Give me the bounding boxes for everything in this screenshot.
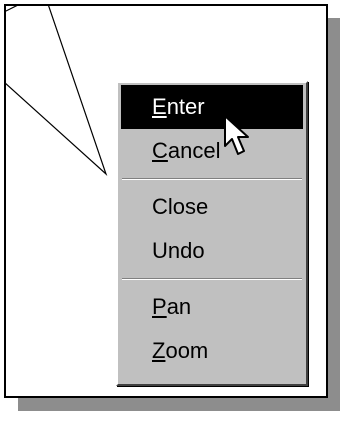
screenshot-stage: Enter Cancel Close Undo Pan Zoom [0, 0, 345, 422]
menu-item-zoom[interactable]: Zoom [118, 329, 306, 373]
accelerator: C [152, 138, 168, 163]
menu-item-label: nter [166, 94, 205, 119]
sketch-line [6, 6, 18, 12]
sketch-line [6, 6, 108, 176]
menu-item-close[interactable]: Close [118, 185, 306, 229]
accelerator: E [152, 94, 167, 119]
context-menu: Enter Cancel Close Undo Pan Zoom [116, 81, 308, 386]
menu-item-cancel[interactable]: Cancel [118, 129, 306, 173]
accelerator: Z [152, 338, 166, 363]
menu-item-enter[interactable]: Enter [121, 85, 303, 129]
menu-item-label: an [166, 294, 192, 319]
arrow-pointer-icon [224, 115, 249, 155]
menu-item-pan[interactable]: Pan [118, 285, 306, 329]
menu-separator [122, 178, 302, 180]
menu-separator [122, 278, 302, 280]
menu-item-label: Close [152, 194, 209, 219]
drawing-canvas[interactable]: Enter Cancel Close Undo Pan Zoom [4, 4, 328, 398]
accelerator: P [152, 294, 167, 319]
menu-item-undo[interactable]: Undo [118, 229, 306, 273]
menu-item-label: ancel [167, 138, 221, 163]
menu-item-label: oom [165, 338, 209, 363]
menu-item-label: Undo [152, 238, 205, 263]
